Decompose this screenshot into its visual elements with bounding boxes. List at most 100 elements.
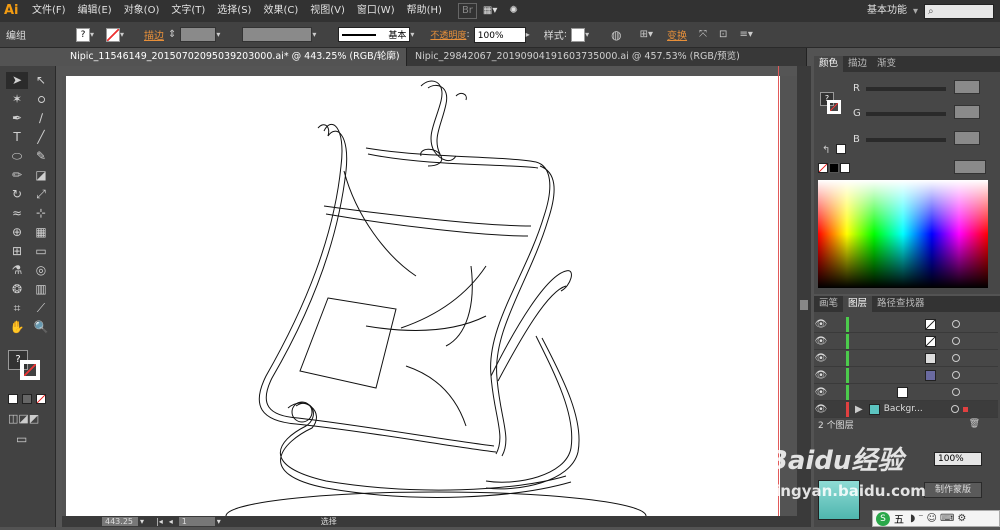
tab-brushes[interactable]: 画笔 (814, 296, 843, 312)
none-swatch[interactable] (818, 163, 828, 173)
gradient-mode-icon[interactable] (22, 394, 32, 404)
eye-icon[interactable]: 👁 (814, 370, 828, 381)
target-icon[interactable] (952, 320, 960, 328)
rotate-tool-icon[interactable]: ↻ (6, 186, 28, 203)
menu-view[interactable]: 视图(V) (304, 0, 351, 22)
vertical-ruler[interactable] (56, 66, 62, 527)
eye-icon[interactable]: 👁 (814, 387, 828, 398)
chevron-down-icon[interactable]: ▾ (90, 30, 100, 39)
slider-r[interactable] (866, 87, 946, 91)
none-mode-icon[interactable] (36, 394, 46, 404)
page-field[interactable]: 1 (178, 517, 215, 526)
first-page-icon[interactable]: |◂ (156, 517, 163, 526)
eyedropper-tool-icon[interactable]: ⚗ (6, 262, 28, 279)
white-swatch[interactable] (836, 144, 846, 154)
fill-swatch[interactable]: ? (76, 27, 90, 42)
menu-object[interactable]: 对象(O) (118, 0, 166, 22)
swap-icon[interactable]: ↰ (822, 145, 830, 156)
chevron-right-icon[interactable]: ▸ (526, 30, 536, 39)
opacity-label[interactable]: 不透明度 (430, 28, 466, 41)
stroke-swatch[interactable] (20, 360, 40, 380)
menu-select[interactable]: 选择(S) (211, 0, 257, 22)
slider-b[interactable] (866, 138, 946, 142)
graphic-style-swatch[interactable] (571, 27, 586, 42)
fill-stroke-widget[interactable]: ? (8, 350, 48, 386)
screen-mode-icon[interactable]: ▭ (16, 432, 27, 446)
symbol-sprayer-tool-icon[interactable]: ❂ (6, 281, 28, 298)
stroke-swatch[interactable] (106, 27, 120, 42)
value-field-r[interactable] (954, 80, 980, 94)
prev-page-icon[interactable]: ◂ (169, 517, 173, 526)
chevron-down-icon[interactable]: ▾ (410, 30, 420, 39)
ellipse-tool-icon[interactable]: ⬭ (6, 148, 28, 165)
variable-width-field[interactable] (242, 27, 313, 42)
free-transform-tool-icon[interactable]: ⊹ (30, 205, 52, 222)
pencil-tool-icon[interactable]: ✏ (6, 167, 28, 184)
panel-menu-icon[interactable]: ≡▾ (739, 29, 752, 40)
value-field-b[interactable] (954, 131, 980, 145)
white-swatch[interactable] (840, 163, 850, 173)
scroll-thumb[interactable] (800, 300, 808, 310)
layer-row[interactable]: 👁 (814, 316, 998, 333)
eye-icon[interactable]: 👁 (814, 353, 828, 364)
blend-tool-icon[interactable]: ◎ (30, 262, 52, 279)
hand-tool-icon[interactable]: ✋ (6, 319, 28, 336)
expand-icon[interactable]: ▶ (855, 404, 863, 415)
opacity-field[interactable]: 100% (934, 452, 982, 466)
value-field-g[interactable] (954, 105, 980, 119)
eraser-tool-icon[interactable]: ◪ (30, 167, 52, 184)
menu-effect[interactable]: 效果(C) (257, 0, 304, 22)
edit-group-icon[interactable]: ⊡ (719, 29, 727, 40)
menu-window[interactable]: 窗口(W) (351, 0, 401, 22)
eye-icon[interactable]: 👁 (814, 404, 828, 415)
tab-document-1[interactable]: Nipic_11546149_20150702095039203000.ai* … (62, 48, 407, 66)
gradient-tool-icon[interactable]: ▭ (30, 243, 52, 260)
chevron-down-icon[interactable]: ▾ (585, 30, 595, 39)
bridge-icon[interactable]: Br (457, 3, 477, 19)
pen-tool-icon[interactable]: ✒ (6, 110, 28, 127)
brush-tool-icon[interactable]: ✎ (30, 148, 52, 165)
chevron-down-icon[interactable]: ▾ (120, 30, 130, 39)
slice-tool-icon[interactable]: ⟋ (30, 300, 52, 317)
artboard-tool-icon[interactable]: ⌗ (6, 300, 28, 317)
zoom-tool-icon[interactable]: 🔍 (30, 319, 52, 336)
tab-pathfinder[interactable]: 路径查找器 (872, 296, 930, 312)
tab-layers[interactable]: 图层 (843, 296, 873, 312)
chevron-down-icon[interactable]: ▾ (217, 517, 221, 526)
draw-mode-icon[interactable]: ◫◪◩ (8, 412, 39, 425)
chevron-down-icon[interactable]: ▾ (312, 30, 322, 39)
selection-tool-icon[interactable]: ➤ (6, 72, 28, 89)
layer-row[interactable]: 👁 (814, 367, 998, 384)
trash-icon[interactable]: 🗑 (969, 419, 980, 429)
type-tool-icon[interactable]: T (6, 129, 28, 146)
horizontal-ruler[interactable] (62, 66, 807, 76)
shape-builder-tool-icon[interactable]: ⊕ (6, 224, 28, 241)
chevron-down-icon[interactable]: ▾ (140, 517, 144, 526)
target-icon[interactable] (950, 405, 959, 413)
tab-stroke[interactable]: 描边 (843, 56, 872, 72)
chevron-down-icon[interactable]: ▾ (913, 6, 918, 17)
eye-icon[interactable]: 👁 (814, 319, 828, 330)
opacity-field[interactable]: 100% (473, 26, 526, 43)
align-icon[interactable]: ⊞▾ (640, 29, 653, 40)
brush-definition[interactable]: 基本 (338, 27, 411, 42)
slider-g[interactable] (866, 112, 946, 116)
mesh-tool-icon[interactable]: ⊞ (6, 243, 28, 260)
stroke-label[interactable]: 描边 (144, 27, 164, 42)
artboard-canvas[interactable] (66, 76, 780, 530)
color-mode-icon[interactable] (8, 394, 18, 404)
ime-bar[interactable]: S 五 ◗⁻☺⌨⚙ (872, 510, 1000, 527)
hex-field[interactable] (954, 160, 986, 174)
line-tool-icon[interactable]: ╱ (30, 129, 52, 146)
tab-document-2[interactable]: Nipic_29842067_20190904191603735000.ai @… (407, 48, 807, 66)
sync-icon[interactable]: ✺ (503, 0, 523, 22)
search-input[interactable]: ⌕ (924, 3, 994, 19)
menu-type[interactable]: 文字(T) (165, 0, 211, 22)
workspace-switcher[interactable]: 基本功能 (861, 0, 913, 22)
eye-icon[interactable]: 👁 (814, 336, 828, 347)
target-icon[interactable] (952, 388, 960, 396)
scale-tool-icon[interactable]: ⤢ (30, 186, 52, 203)
transform-label[interactable]: 变换 (667, 27, 687, 42)
ime-icons[interactable]: ◗⁻☺⌨⚙ (910, 513, 969, 524)
fill-stroke-mini[interactable]: ? (820, 92, 842, 116)
